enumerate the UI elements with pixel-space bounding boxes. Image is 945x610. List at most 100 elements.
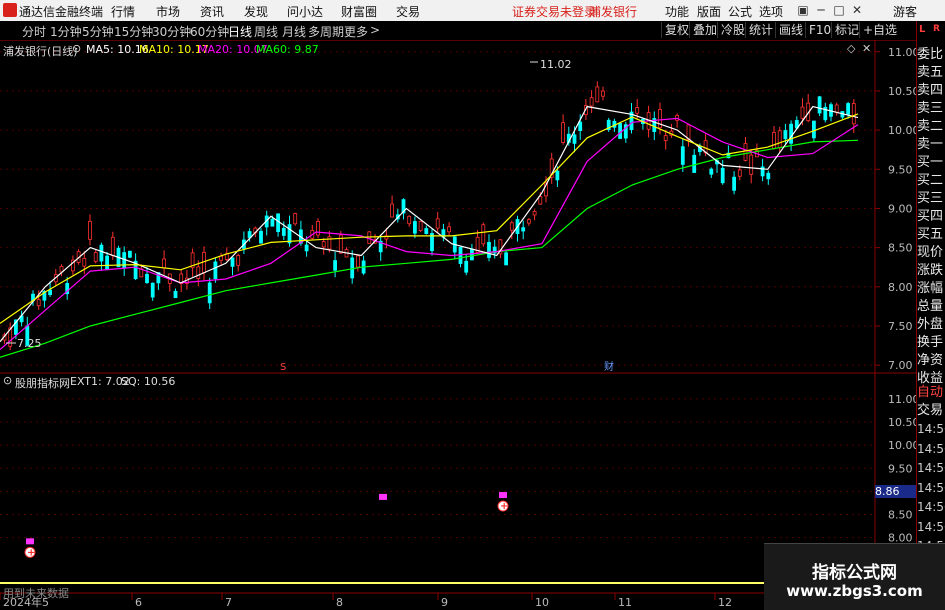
future-data-note: 用到未来数据 (3, 587, 69, 600)
quote-label: 现价 (917, 245, 944, 260)
close-icon[interactable]: ✕ (849, 2, 865, 18)
candle-body (555, 170, 560, 181)
trade-login-warning[interactable]: 证券交易未登录 (512, 3, 596, 20)
stats-button[interactable]: 统计 (745, 22, 776, 38)
candle-body (812, 120, 816, 139)
low-label: 7.25 (17, 337, 42, 350)
menu-xuanxiang[interactable]: 选项 (759, 3, 783, 20)
quote-label: 买四 (917, 209, 944, 224)
overlay-button[interactable]: 叠加 (689, 22, 720, 38)
indicator-y-axis: 11.0010.5010.009.509.008.508.00 (888, 393, 917, 545)
chart-area: 11.0010.5010.009.509.008.508.007.507.00 … (0, 40, 917, 609)
cold-stock-button[interactable]: 冷股 (717, 22, 748, 38)
period-monthly[interactable]: 月线 (282, 23, 306, 40)
quote-label: 买二 (917, 173, 944, 188)
candle-body (424, 228, 429, 235)
mark-button[interactable]: 标记 (831, 22, 862, 38)
menu-gongneng[interactable]: 功能 (665, 3, 689, 20)
signal-mark (499, 492, 507, 499)
candle-body (749, 154, 754, 175)
quote-label: 外盘 (917, 317, 944, 332)
candle-body (720, 167, 725, 184)
chevron-right-icon[interactable]: > (370, 23, 380, 37)
candle-body (846, 103, 850, 115)
candle-body (293, 213, 298, 225)
period-multi[interactable]: 多周期 (308, 23, 344, 40)
candle-body (800, 106, 805, 119)
add-watchlist-button[interactable]: +自选 (859, 22, 900, 38)
app-name: 通达信金融终端 (19, 5, 104, 19)
close-panel-icon[interactable]: ✕ (862, 42, 871, 55)
menu-caifuquan[interactable]: 财富圈 (341, 3, 377, 20)
y-tick-label: 8.00 (888, 281, 913, 294)
skin-icon[interactable]: ▣ (795, 2, 811, 18)
candle-body (743, 143, 748, 161)
quote-label: 净资 (917, 353, 944, 368)
tick-time: 14:56 (917, 480, 945, 495)
candle-body (538, 196, 543, 205)
collapse-icon[interactable]: ⊙ (72, 42, 81, 55)
maximize-icon[interactable]: □ (831, 2, 847, 18)
candle-body (196, 266, 201, 280)
candle-body (287, 224, 292, 244)
x-tick-label: 10 (535, 596, 549, 609)
menu-wenxiaoda[interactable]: 问小达 (287, 3, 323, 20)
plus-icon: + (500, 501, 508, 512)
indicator-collapse-icon[interactable]: ⊙ (3, 374, 12, 387)
period-5min[interactable]: 5分钟 (82, 23, 114, 40)
candle-body (236, 255, 241, 266)
candle-body (82, 257, 87, 267)
menu-shichang[interactable]: 市场 (156, 3, 180, 20)
settings-diamond-icon[interactable]: ◇ (847, 42, 855, 55)
ma5-line (0, 105, 859, 343)
period-fenshi[interactable]: 分时 (22, 23, 46, 40)
x-tick-label: 6 (135, 596, 142, 609)
candle-body (162, 258, 167, 269)
period-more[interactable]: 更多 (344, 23, 368, 40)
menu-hangqing[interactable]: 行情 (111, 3, 135, 20)
trade-label[interactable]: 交易 (917, 402, 945, 420)
y-tick-label: 7.50 (888, 320, 913, 333)
quote-label: 卖五 (917, 65, 944, 80)
period-daily[interactable]: 日线 (228, 23, 252, 40)
y-tick-label: 10.50 (888, 85, 917, 98)
current-value-badge: 8.86 (875, 485, 917, 498)
menu-gongshi[interactable]: 公式 (728, 3, 752, 20)
candle-body (105, 255, 109, 270)
menu-banmian[interactable]: 版面 (697, 3, 721, 20)
menu-zixun[interactable]: 资讯 (200, 3, 224, 20)
period-weekly[interactable]: 周线 (254, 23, 278, 40)
period-60min[interactable]: 60分钟 (190, 23, 229, 40)
watermark-title: 指标公式网 (812, 563, 897, 583)
auto-label[interactable]: 自动 (917, 384, 945, 402)
candle-body (88, 220, 92, 240)
candle-body (578, 121, 583, 132)
f10-button[interactable]: F10 (805, 22, 834, 38)
quote-label: 涨跌 (917, 263, 944, 278)
candle-body (99, 244, 104, 262)
minimize-icon[interactable]: ─ (813, 2, 829, 18)
fuquan-button[interactable]: 复权 (661, 22, 692, 38)
candle-body (259, 230, 263, 244)
ma60-line (0, 139, 859, 358)
candle-body (230, 257, 235, 267)
draw-line-button[interactable]: 画线 (775, 22, 806, 38)
menu-faxian[interactable]: 发现 (244, 3, 268, 20)
main-grid (0, 51, 875, 366)
period-1min[interactable]: 1分钟 (50, 23, 82, 40)
candle-body (304, 244, 309, 252)
level-r-label: R (933, 24, 940, 34)
menu-jiaoyi[interactable]: 交易 (396, 3, 420, 20)
user-label[interactable]: 游客 (893, 3, 917, 20)
indicator-marks: ++ (24, 492, 509, 558)
candle-body (504, 252, 509, 266)
y-tick-label: 10.00 (888, 439, 917, 452)
x-tick-label: 11 (618, 596, 632, 609)
indicator-grid (0, 398, 875, 539)
y-tick-label: 9.50 (888, 163, 913, 176)
chart-title: 浦发银行(日线) (3, 45, 78, 58)
period-15min[interactable]: 15分钟 (114, 23, 153, 40)
candle-body (270, 218, 275, 227)
quote-label: 买三 (917, 191, 944, 206)
period-30min[interactable]: 30分钟 (152, 23, 191, 40)
